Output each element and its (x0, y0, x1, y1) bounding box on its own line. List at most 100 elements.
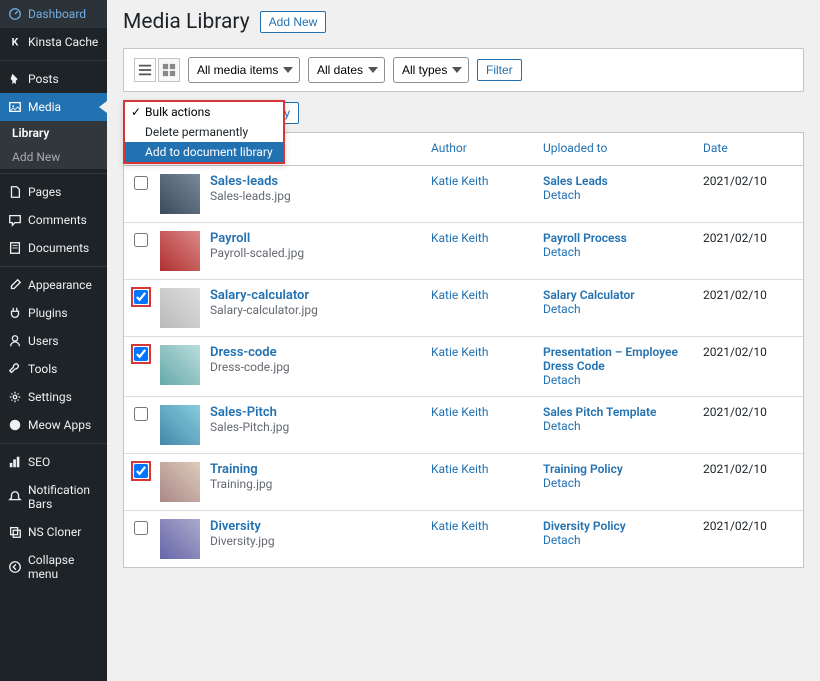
sidebar-item-collapse-menu[interactable]: Collapse menu (0, 546, 107, 588)
row-checkbox[interactable] (134, 407, 148, 421)
media-items-filter[interactable]: All media items (188, 57, 300, 83)
svg-text:K: K (12, 36, 19, 49)
row-checkbox[interactable] (134, 233, 148, 247)
bulk-actions-dropdown[interactable]: Bulk actions Delete permanently Add to d… (123, 100, 285, 164)
file-name: Diversity.jpg (210, 534, 275, 548)
bulk-actions-wrap: Bulk actions Delete permanently Add to d… (123, 100, 243, 126)
uploaded-to-link[interactable]: Sales Pitch Template (543, 405, 703, 419)
table-row: Dress-codeDress-code.jpg Katie Keith Prese… (124, 337, 803, 397)
sidebar-sub-add-new[interactable]: Add New (0, 145, 107, 169)
file-title-link[interactable]: Sales-Pitch (210, 405, 289, 420)
grid-view-button[interactable] (158, 58, 180, 82)
dates-filter[interactable]: All dates (308, 57, 385, 83)
bulk-option-default[interactable]: Bulk actions (125, 102, 283, 122)
file-title-link[interactable]: Sales-leads (210, 174, 291, 189)
file-title-link[interactable]: Training (210, 462, 272, 477)
table-row: Salary-calculatorSalary-calculator.jpgKa… (124, 280, 803, 337)
uploaded-to-link[interactable]: Presentation – Employee Dress Code (543, 345, 703, 373)
col-author[interactable]: Author (431, 141, 543, 155)
detach-link[interactable]: Detach (543, 476, 581, 490)
filter-button[interactable]: Filter (477, 59, 522, 81)
sidebar-item-settings[interactable]: Settings (0, 383, 107, 411)
sidebar-item-users[interactable]: Users (0, 327, 107, 355)
author-link[interactable]: Katie Keith (431, 345, 488, 359)
page-title: Media Library (123, 10, 250, 34)
types-filter[interactable]: All types (393, 57, 469, 83)
uploaded-to-link[interactable]: Salary Calculator (543, 288, 703, 302)
author-link[interactable]: Katie Keith (431, 288, 488, 302)
collapse-icon (8, 560, 22, 574)
detach-link[interactable]: Detach (543, 188, 581, 202)
add-new-button[interactable]: Add New (260, 11, 327, 33)
author-link[interactable]: Katie Keith (431, 462, 488, 476)
sidebar-item-notification-bars[interactable]: Notification Bars (0, 476, 107, 518)
media-table: File Author Uploaded to Date Sales-leads… (123, 132, 804, 568)
sidebar-item-kinsta-cache[interactable]: KKinsta Cache (0, 28, 107, 56)
thumbnail[interactable] (160, 231, 200, 271)
row-checkbox[interactable] (134, 521, 148, 535)
author-link[interactable]: Katie Keith (431, 405, 488, 419)
uploaded-to-link[interactable]: Diversity Policy (543, 519, 703, 533)
row-checkbox[interactable] (134, 290, 148, 304)
table-row: PayrollPayroll-scaled.jpgKatie KeithPayr… (124, 223, 803, 280)
sidebar-item-tools[interactable]: Tools (0, 355, 107, 383)
uploaded-to-link[interactable]: Sales Leads (543, 174, 703, 188)
detach-link[interactable]: Detach (543, 373, 581, 387)
date-cell: 2021/02/10 (703, 345, 793, 359)
sidebar-item-meow-apps[interactable]: Meow Apps (0, 411, 107, 439)
author-link[interactable]: Katie Keith (431, 174, 488, 188)
sidebar-label: Documents (28, 241, 89, 255)
thumbnail[interactable] (160, 288, 200, 328)
detach-link[interactable]: Detach (543, 245, 581, 259)
detach-link[interactable]: Detach (543, 419, 581, 433)
bulk-option-delete[interactable]: Delete permanently (125, 122, 283, 142)
wrench-icon (8, 362, 22, 376)
thumbnail[interactable] (160, 405, 200, 445)
clone-icon (8, 525, 22, 539)
comment-icon (8, 213, 22, 227)
thumbnail[interactable] (160, 519, 200, 559)
uploaded-to-link[interactable]: Payroll Process (543, 231, 703, 245)
col-uploaded[interactable]: Uploaded to (543, 141, 703, 155)
file-title-link[interactable]: Payroll (210, 231, 304, 246)
sidebar-item-plugins[interactable]: Plugins (0, 299, 107, 327)
bulk-option-add-library[interactable]: Add to document library (125, 142, 283, 162)
thumbnail[interactable] (160, 462, 200, 502)
sidebar-label: NS Cloner (28, 525, 81, 539)
user-icon (8, 334, 22, 348)
list-view-button[interactable] (134, 58, 156, 82)
sidebar-item-pages[interactable]: Pages (0, 178, 107, 206)
cat-icon (8, 418, 22, 432)
row-checkbox[interactable] (134, 176, 148, 190)
thumbnail[interactable] (160, 174, 200, 214)
detach-link[interactable]: Detach (543, 533, 581, 547)
sidebar-item-posts[interactable]: Posts (0, 65, 107, 93)
admin-sidebar: DashboardKKinsta CachePostsMediaLibraryA… (0, 0, 107, 681)
filter-bar: All media items All dates All types Filt… (123, 48, 804, 92)
file-name: Dress-code.jpg (210, 360, 290, 374)
thumbnail[interactable] (160, 345, 200, 385)
file-title-link[interactable]: Diversity (210, 519, 275, 534)
page-icon (8, 185, 22, 199)
author-link[interactable]: Katie Keith (431, 231, 488, 245)
sidebar-sub-library[interactable]: Library (0, 121, 107, 145)
sidebar-item-appearance[interactable]: Appearance (0, 271, 107, 299)
file-title-link[interactable]: Dress-code (210, 345, 290, 360)
sidebar-item-documents[interactable]: Documents (0, 234, 107, 262)
row-checkbox[interactable] (134, 347, 148, 361)
row-checkbox[interactable] (134, 464, 148, 478)
date-cell: 2021/02/10 (703, 519, 793, 533)
uploaded-to-link[interactable]: Training Policy (543, 462, 703, 476)
sidebar-item-comments[interactable]: Comments (0, 206, 107, 234)
sidebar-item-dashboard[interactable]: Dashboard (0, 0, 107, 28)
detach-link[interactable]: Detach (543, 302, 581, 316)
sidebar-label: Posts (28, 72, 59, 86)
sidebar-label: Notification Bars (28, 483, 99, 511)
sidebar-item-ns-cloner[interactable]: NS Cloner (0, 518, 107, 546)
sidebar-item-seo[interactable]: SEO (0, 448, 107, 476)
file-title-link[interactable]: Salary-calculator (210, 288, 318, 303)
col-date[interactable]: Date (703, 141, 793, 155)
media-icon (8, 100, 22, 114)
sidebar-item-media[interactable]: Media (0, 93, 107, 121)
author-link[interactable]: Katie Keith (431, 519, 488, 533)
